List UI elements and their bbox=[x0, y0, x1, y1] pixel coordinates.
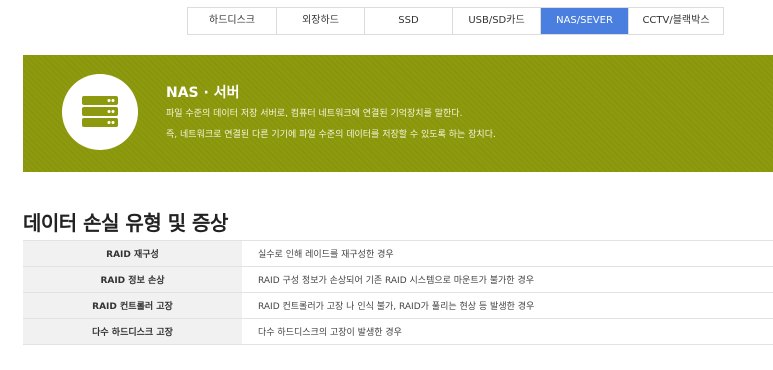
category-tabs: 하드디스크 외장하드 SSD USB/SD카드 NAS/SEVER CCTV/블… bbox=[187, 7, 724, 35]
icon-circle bbox=[62, 74, 138, 150]
server-icon bbox=[82, 96, 118, 127]
row-value: 실수로 인해 레이드를 재구성한 경우 bbox=[242, 240, 773, 267]
tab-ssd[interactable]: SSD bbox=[365, 8, 453, 34]
table-row: 다수 하드디스크 고장 다수 하드디스크의 고장이 발생한 경우 bbox=[23, 318, 773, 345]
section-title: 데이터 손실 유형 및 증상 bbox=[23, 211, 228, 235]
row-value: RAID 컨트롤러가 고장 나 인식 불가, RAID가 풀리는 현상 등 발생… bbox=[242, 292, 773, 319]
category-banner: NAS · 서버 파일 수준의 데이터 저장 서버로, 컴퓨터 네트워크에 연결… bbox=[23, 55, 773, 172]
row-key: RAID 정보 손상 bbox=[23, 266, 242, 293]
table-row: RAID 정보 손상 RAID 구성 정보가 손상되어 기존 RAID 시스템으… bbox=[23, 266, 773, 293]
table-row: RAID 컨트롤러 고장 RAID 컨트롤러가 고장 나 인식 불가, RAID… bbox=[23, 292, 773, 319]
banner-description-2: 즉, 네트워크로 연결된 다른 기기에 파일 수준의 데이터를 저장할 수 있도… bbox=[166, 130, 496, 140]
row-value: RAID 구성 정보가 손상되어 기존 RAID 시스템으로 마운트가 불가한 … bbox=[242, 266, 773, 293]
tab-cctv-blackbox[interactable]: CCTV/블랙박스 bbox=[629, 8, 723, 34]
tab-nas-server[interactable]: NAS/SEVER bbox=[541, 8, 629, 34]
tab-harddisk[interactable]: 하드디스크 bbox=[188, 8, 277, 34]
tab-usb-sd[interactable]: USB/SD카드 bbox=[453, 8, 541, 34]
banner-title: NAS · 서버 bbox=[166, 85, 240, 101]
banner-description-1: 파일 수준의 데이터 저장 서버로, 컴퓨터 네트워크에 연결된 기억장치를 말… bbox=[166, 109, 463, 119]
loss-type-table: RAID 재구성 실수로 인해 레이드를 재구성한 경우 RAID 정보 손상 … bbox=[23, 240, 773, 345]
row-key: RAID 컨트롤러 고장 bbox=[23, 292, 242, 319]
tab-external-hdd[interactable]: 외장하드 bbox=[277, 8, 365, 34]
table-row: RAID 재구성 실수로 인해 레이드를 재구성한 경우 bbox=[23, 240, 773, 267]
row-key: RAID 재구성 bbox=[23, 240, 242, 267]
row-value: 다수 하드디스크의 고장이 발생한 경우 bbox=[242, 318, 773, 345]
row-key: 다수 하드디스크 고장 bbox=[23, 318, 242, 345]
